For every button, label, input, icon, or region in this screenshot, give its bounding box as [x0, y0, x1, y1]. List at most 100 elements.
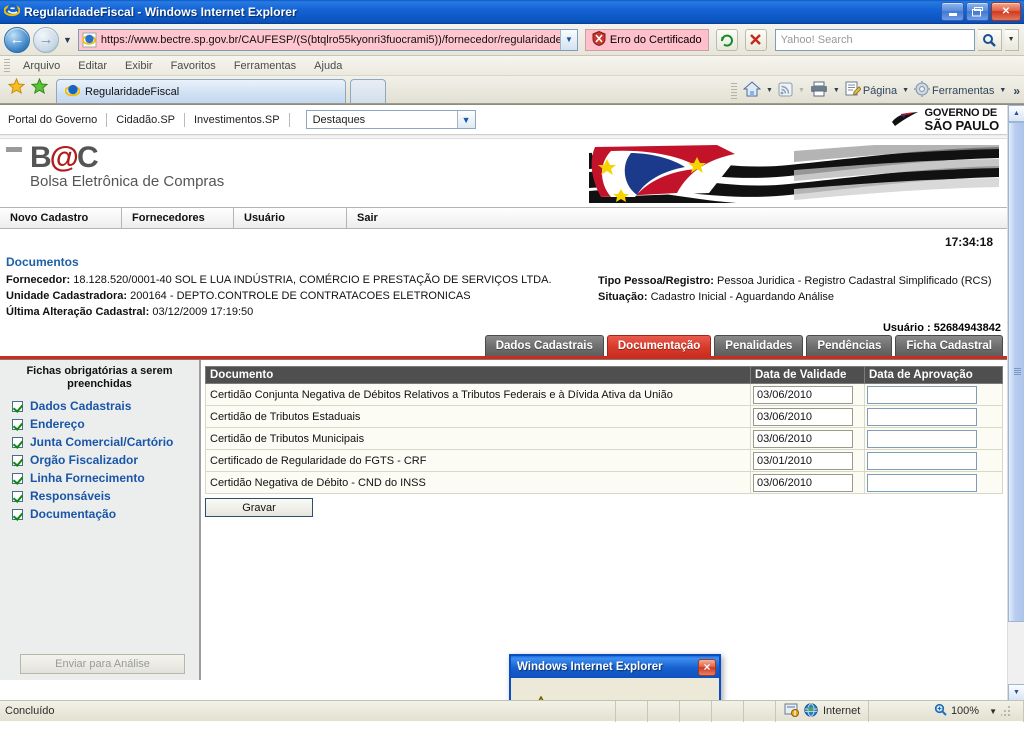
scroll-down-button[interactable]: ▼ [1008, 684, 1024, 700]
warning-icon [525, 695, 557, 700]
sidebar-item-junta-comercial-cartorio[interactable]: Junta Comercial/Cartório [0, 433, 199, 451]
page-icon[interactable] [845, 81, 862, 100]
unidade-label: Unidade Cadastradora: [6, 290, 128, 302]
aprovacao-input[interactable] [867, 429, 977, 448]
page-caret-icon[interactable]: ▼ [902, 87, 909, 94]
nav-item-sair[interactable]: Sair [347, 208, 1007, 228]
aprovacao-input[interactable] [867, 473, 977, 492]
form-tabs: Dados Cadastrais Documentação Penalidade… [0, 334, 1007, 356]
sidebar-item-orgao-fiscalizador[interactable]: Orgão Fiscalizador [0, 451, 199, 469]
menu-item-favoritos[interactable]: Favoritos [162, 60, 225, 72]
status-segment [616, 700, 648, 722]
scroll-up-button[interactable]: ▲ [1008, 105, 1024, 122]
link-investimentos-sp[interactable]: Investimentos.SP [185, 112, 290, 127]
page-content: Portal do Governo Cidadão.SP Investiment… [0, 105, 1007, 700]
tipo-pessoa-value: Pessoa Juridica - Registro Cadastral Sim… [717, 275, 992, 287]
restore-button[interactable] [966, 2, 989, 21]
checkbox-checked-icon[interactable] [12, 418, 23, 430]
scrollbar-thumb[interactable] [1008, 122, 1024, 622]
certificate-error-indicator[interactable]: Erro do Certificado [584, 28, 709, 51]
home-caret-icon[interactable]: ▼ [766, 87, 773, 94]
checkbox-checked-icon[interactable] [12, 400, 23, 412]
zoom-control[interactable]: 100% ▼ [926, 700, 1024, 722]
menu-item-exibir[interactable]: Exibir [116, 60, 162, 72]
zoom-dropdown-icon[interactable]: ▼ [989, 707, 997, 716]
nav-item-fornecedores[interactable]: Fornecedores [122, 208, 234, 228]
page-vertical-scrollbar[interactable]: ▲ ▼ [1007, 105, 1024, 700]
checkbox-checked-icon[interactable] [12, 508, 23, 520]
address-bar[interactable]: https://www.bectre.sp.gov.br/CAUFESP/(S(… [77, 28, 578, 51]
sidebar-item-responsaveis[interactable]: Responsáveis [0, 487, 199, 505]
menu-item-ferramentas[interactable]: Ferramentas [225, 60, 305, 72]
menu-item-ajuda[interactable]: Ajuda [305, 60, 351, 72]
status-segment [680, 700, 712, 722]
destaques-select[interactable]: Destaques ▼ [305, 110, 476, 129]
tab-dados-cadastrais[interactable]: Dados Cadastrais [484, 335, 604, 356]
cell-documento: Certidão Conjunta Negativa de Débitos Re… [205, 383, 751, 406]
new-tab-button[interactable] [350, 79, 386, 103]
validade-input[interactable] [753, 451, 853, 470]
menu-bar: Arquivo Editar Exibir Favoritos Ferramen… [0, 56, 1024, 76]
bec-logo-at: @ [49, 141, 79, 174]
page-menu-label[interactable]: Página [863, 85, 897, 97]
tab-penalidades[interactable]: Penalidades [714, 335, 804, 356]
menu-item-arquivo[interactable]: Arquivo [14, 60, 69, 72]
validade-input[interactable] [753, 407, 853, 426]
nav-item-novo-cadastro[interactable]: Novo Cadastro [0, 208, 122, 228]
security-zone-indicator[interactable]: Internet [776, 700, 870, 722]
chevron-down-icon[interactable]: ▼ [456, 111, 475, 128]
sidebar-item-dados-cadastrais[interactable]: Dados Cadastrais [0, 397, 199, 415]
link-portal-do-governo[interactable]: Portal do Governo [0, 112, 108, 127]
tab-ficha-cadastral[interactable]: Ficha Cadastral [895, 335, 1003, 356]
print-caret-icon[interactable]: ▼ [833, 87, 840, 94]
checkbox-checked-icon[interactable] [12, 436, 23, 448]
aprovacao-input[interactable] [867, 451, 977, 470]
cell-aprovacao [864, 405, 1003, 428]
history-dropdown-icon[interactable]: ▼ [63, 35, 72, 45]
bec-logo-mark: B@C [30, 141, 224, 174]
sidebar-item-endereco[interactable]: Endereço [0, 415, 199, 433]
tab-documentacao[interactable]: Documentação [606, 335, 712, 356]
search-submit-button[interactable] [977, 28, 1002, 51]
browser-tab-regularidadefiscal[interactable]: RegularidadeFiscal [56, 79, 346, 103]
close-button[interactable]: ✕ [991, 2, 1021, 21]
command-bar-overflow-icon[interactable]: » [1013, 84, 1020, 98]
tools-caret-icon[interactable]: ▼ [999, 87, 1006, 94]
checkbox-checked-icon[interactable] [12, 490, 23, 502]
link-cidadao-sp[interactable]: Cidadão.SP [107, 112, 185, 127]
stop-button[interactable] [744, 28, 767, 51]
enviar-para-analise-button[interactable]: Enviar para Análise [20, 654, 185, 674]
checkbox-checked-icon[interactable] [12, 454, 23, 466]
minimize-button[interactable] [941, 2, 964, 21]
checkbox-checked-icon[interactable] [12, 472, 23, 484]
sidebar-item-documentacao[interactable]: Documentação [0, 505, 199, 523]
home-icon[interactable] [742, 81, 762, 100]
ultima-alteracao-label: Última Alteração Cadastral: [6, 306, 150, 318]
back-button[interactable]: ← [4, 26, 30, 53]
sidebar-item-label: Linha Fornecimento [30, 471, 145, 485]
refresh-button[interactable] [715, 28, 738, 51]
cell-aprovacao [864, 427, 1003, 450]
search-provider-dropdown-icon[interactable]: ▼ [1004, 28, 1019, 51]
gear-icon[interactable] [914, 81, 931, 100]
print-icon[interactable] [810, 81, 828, 100]
tab-pendencias[interactable]: Pendências [806, 335, 893, 356]
validade-input[interactable] [753, 429, 853, 448]
add-to-favorites-icon[interactable] [30, 77, 49, 98]
collapse-handle-icon[interactable] [6, 147, 22, 152]
search-input[interactable]: Yahoo! Search [774, 28, 975, 51]
forward-button[interactable]: → [33, 26, 59, 53]
aprovacao-input[interactable] [867, 385, 977, 404]
address-dropdown-icon[interactable]: ▼ [559, 29, 577, 50]
gravar-button[interactable]: Gravar [205, 498, 313, 517]
menu-item-editar[interactable]: Editar [69, 60, 116, 72]
validade-input[interactable] [753, 473, 853, 492]
dialog-close-button[interactable]: × [698, 658, 716, 676]
validade-input[interactable] [753, 385, 853, 404]
favorites-star-icon[interactable] [7, 77, 26, 98]
tools-menu-label[interactable]: Ferramentas [932, 85, 994, 97]
nav-item-usuario[interactable]: Usuário [234, 208, 347, 228]
resize-grip-icon[interactable] [1001, 705, 1013, 717]
aprovacao-input[interactable] [867, 407, 977, 426]
sidebar-item-linha-fornecimento[interactable]: Linha Fornecimento [0, 469, 199, 487]
